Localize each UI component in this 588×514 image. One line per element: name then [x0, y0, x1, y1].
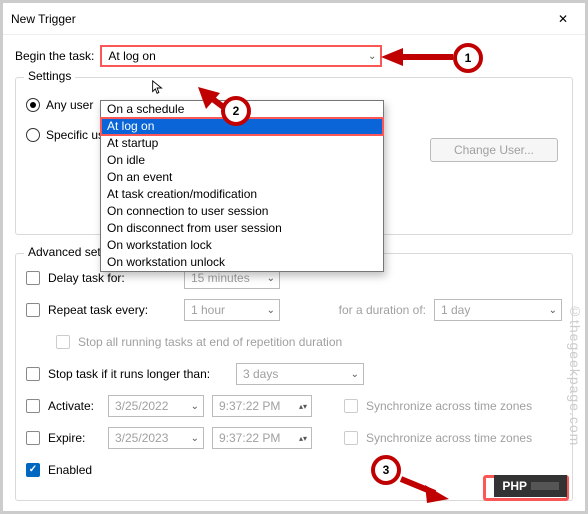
- activate-date-combo[interactable]: 3/25/2022 ⌄: [108, 395, 204, 417]
- dropdown-item[interactable]: On an event: [101, 169, 383, 186]
- chevron-down-icon: ⌄: [267, 305, 275, 316]
- spinner-icon: ▴▾: [299, 402, 307, 411]
- begin-task-dropdown[interactable]: On a scheduleAt log onAt startupOn idleO…: [100, 100, 384, 272]
- close-icon: ✕: [558, 12, 568, 26]
- expire-date-combo[interactable]: 3/25/2023 ⌄: [108, 427, 204, 449]
- chevron-down-icon: ⌄: [351, 369, 359, 380]
- duration-label: for a duration of:: [339, 303, 426, 317]
- repeat-row: Repeat task every: 1 hour ⌄ for a durati…: [26, 298, 562, 322]
- expire-checkbox[interactable]: [26, 431, 40, 445]
- chevron-down-icon: ⌄: [191, 433, 199, 444]
- activate-date: 3/25/2022: [115, 399, 168, 413]
- chevron-down-icon: ⌄: [191, 401, 199, 412]
- enabled-checkbox[interactable]: [26, 463, 40, 477]
- dropdown-item[interactable]: At task creation/modification: [101, 186, 383, 203]
- enabled-label: Enabled: [48, 463, 92, 477]
- sync-expire-label: Synchronize across time zones: [366, 431, 532, 445]
- chevron-down-icon: ⌄: [267, 273, 275, 284]
- change-user-label: Change User...: [454, 143, 534, 157]
- delay-label: Delay task for:: [48, 271, 176, 285]
- watermark-text: ©thegeekpage.com: [567, 303, 583, 446]
- advanced-settings-group: Advanced settings Delay task for: 15 min…: [15, 253, 573, 501]
- annotation-callout-3: 3: [371, 455, 401, 485]
- annotation-callout-1: 1: [453, 43, 483, 73]
- repeat-combo[interactable]: 1 hour ⌄: [184, 299, 280, 321]
- stop-if-row: Stop task if it runs longer than: 3 days…: [26, 362, 562, 386]
- stop-if-checkbox[interactable]: [26, 367, 40, 381]
- expire-row: Expire: 3/25/2023 ⌄ 9:37:22 PM ▴▾ Synchr…: [26, 426, 562, 450]
- spinner-icon: ▴▾: [299, 434, 307, 443]
- begin-task-label: Begin the task:: [15, 49, 94, 63]
- expire-date: 3/25/2023: [115, 431, 168, 445]
- sync-expire-checkbox: [344, 431, 358, 445]
- change-user-button[interactable]: Change User...: [430, 138, 558, 162]
- settings-group-title: Settings: [24, 69, 75, 83]
- activate-checkbox[interactable]: [26, 399, 40, 413]
- chevron-down-icon: ⌄: [368, 51, 376, 62]
- dropdown-item[interactable]: On connection to user session: [101, 203, 383, 220]
- any-user-label: Any user: [46, 98, 93, 112]
- expire-label: Expire:: [48, 431, 100, 445]
- close-button[interactable]: ✕: [541, 3, 585, 35]
- activate-time-combo[interactable]: 9:37:22 PM ▴▾: [212, 395, 312, 417]
- enabled-row: Enabled: [26, 458, 562, 482]
- radio-specific-user[interactable]: [26, 128, 40, 142]
- new-trigger-dialog: New Trigger ✕ Begin the task: At log on …: [0, 0, 588, 514]
- specific-user-label: Specific us: [46, 128, 104, 142]
- stop-all-row: Stop all running tasks at end of repetit…: [26, 330, 562, 354]
- repeat-value: 1 hour: [191, 303, 225, 317]
- chevron-down-icon: ⌄: [549, 305, 557, 316]
- stop-all-label: Stop all running tasks at end of repetit…: [78, 335, 342, 349]
- activate-row: Activate: 3/25/2022 ⌄ 9:37:22 PM ▴▾ Sync…: [26, 394, 562, 418]
- titlebar: New Trigger ✕: [3, 3, 585, 35]
- dropdown-item[interactable]: On idle: [101, 152, 383, 169]
- dropdown-item[interactable]: At startup: [101, 135, 383, 152]
- delay-checkbox[interactable]: [26, 271, 40, 285]
- delay-value: 15 minutes: [191, 271, 250, 285]
- dropdown-item[interactable]: On workstation lock: [101, 237, 383, 254]
- dropdown-item[interactable]: On disconnect from user session: [101, 220, 383, 237]
- activate-label: Activate:: [48, 399, 100, 413]
- duration-combo[interactable]: 1 day ⌄: [434, 299, 562, 321]
- sync-activate-checkbox: [344, 399, 358, 413]
- dialog-content: Begin the task: At log on ⌄ Settings Any…: [3, 35, 585, 509]
- repeat-label: Repeat task every:: [48, 303, 176, 317]
- repeat-checkbox[interactable]: [26, 303, 40, 317]
- dropdown-item[interactable]: On workstation unlock: [101, 254, 383, 271]
- php-badge: PHP: [494, 475, 567, 497]
- stop-if-value: 3 days: [243, 367, 278, 381]
- expire-time-combo[interactable]: 9:37:22 PM ▴▾: [212, 427, 312, 449]
- expire-time: 9:37:22 PM: [219, 431, 280, 445]
- stop-all-checkbox: [56, 335, 70, 349]
- sync-activate-label: Synchronize across time zones: [366, 399, 532, 413]
- annotation-callout-2: 2: [221, 96, 251, 126]
- activate-time: 9:37:22 PM: [219, 399, 280, 413]
- begin-task-row: Begin the task: At log on ⌄: [15, 45, 573, 67]
- stop-if-label: Stop task if it runs longer than:: [48, 367, 228, 381]
- stop-if-combo[interactable]: 3 days ⌄: [236, 363, 364, 385]
- duration-value: 1 day: [441, 303, 470, 317]
- begin-task-selected: At log on: [108, 49, 155, 63]
- window-title: New Trigger: [11, 12, 76, 26]
- begin-task-combo[interactable]: At log on ⌄: [100, 45, 382, 67]
- radio-any-user[interactable]: [26, 98, 40, 112]
